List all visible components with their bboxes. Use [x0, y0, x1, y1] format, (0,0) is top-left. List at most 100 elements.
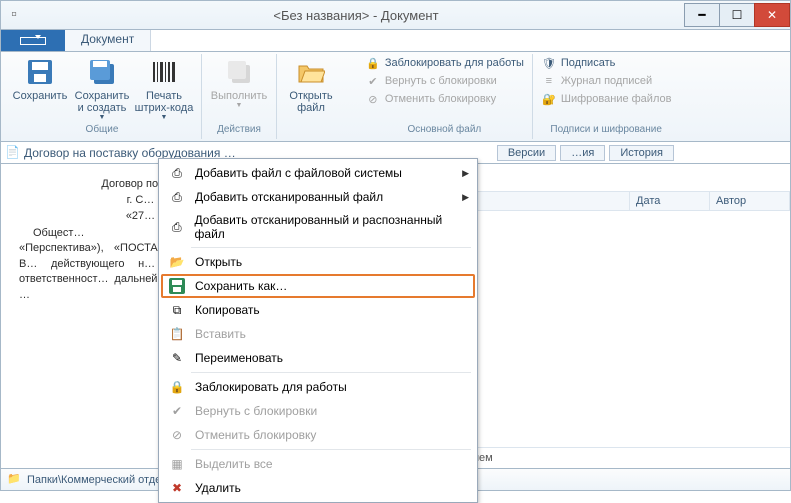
separator	[191, 247, 471, 248]
add-scan-icon: ⎙	[167, 189, 187, 205]
label: Добавить отсканированный файл	[195, 190, 383, 204]
ctx-lock[interactable]: 🔒 Заблокировать для работы	[161, 375, 475, 399]
print-barcode-button[interactable]: Печать штрих-кода ▼	[133, 54, 195, 123]
label: Удалить	[195, 481, 241, 495]
save-button[interactable]: Сохранить	[9, 54, 71, 104]
group-caption: Основной файл	[363, 124, 526, 137]
paste-icon: 📋	[167, 326, 187, 342]
chevron-down-icon: ▼	[99, 114, 106, 121]
submenu-arrow-icon: ▶	[462, 192, 469, 203]
ctx-add-scan[interactable]: ⎙ Добавить отсканированный файл ▶	[161, 185, 475, 209]
doc-icon: 📄	[5, 145, 21, 161]
save-icon	[167, 278, 187, 294]
chevron-down-icon: ▼	[161, 114, 168, 121]
label: Журнал подписей	[561, 75, 652, 87]
lock-icon: 🔒	[167, 379, 187, 395]
rename-icon: ✎	[167, 350, 187, 366]
label: Заблокировать для работы	[195, 380, 347, 394]
add-file-icon: ⎙	[167, 165, 187, 181]
submenu-arrow-icon: ▶	[462, 168, 469, 179]
label: Подписать	[561, 57, 615, 69]
group-caption: Действия	[208, 124, 270, 137]
label: Отменить блокировку	[195, 428, 316, 442]
window-title: <Без названия> - Документ	[27, 8, 685, 23]
label: Шифрование файлов	[561, 93, 672, 105]
execute-icon	[223, 56, 255, 88]
cancel-icon: ⊘	[167, 427, 187, 443]
cancel-lock-button: ⊘ Отменить блокировку	[363, 90, 526, 108]
label: Добавить отсканированный и распознанный …	[195, 213, 469, 241]
label: Вернуть с блокировки	[195, 404, 317, 418]
label: Открыть файл	[283, 90, 339, 114]
label: Печать штрих-кода	[133, 90, 195, 114]
tab-versions[interactable]: Версии	[497, 145, 556, 161]
label: Добавить файл с файловой системы	[195, 166, 402, 180]
ctx-add-ocr[interactable]: ⎙ Добавить отсканированный и распознанный…	[161, 209, 475, 245]
ctx-cancel-lock: ⊘ Отменить блокировку	[161, 423, 475, 447]
col-author: Автор	[710, 192, 790, 210]
folder-open-icon	[295, 56, 327, 88]
label: Выделить все	[195, 457, 273, 471]
label: Отменить блокировку	[385, 93, 496, 105]
save-create-icon	[86, 56, 118, 88]
save-icon	[24, 56, 56, 88]
label: Копировать	[195, 303, 260, 317]
folder-icon: 📁	[7, 472, 23, 488]
return-from-lock-button: ✔ Вернуть с блокировки	[363, 72, 526, 90]
close-button[interactable]: ✕	[754, 3, 790, 27]
cancel-icon: ⊘	[365, 91, 381, 107]
lock-icon: 🔒	[365, 55, 381, 71]
ctx-delete[interactable]: ✖ Удалить	[161, 476, 475, 500]
label: Выполнить	[211, 90, 267, 102]
maximize-button[interactable]: ☐	[719, 3, 755, 27]
label: Вернуть с блокировки	[385, 75, 497, 87]
group-caption: Общие	[9, 124, 195, 137]
titlebar: ▫ <Без названия> - Документ ━ ☐ ✕	[0, 0, 791, 30]
app-icon: ▫	[1, 6, 27, 24]
ctx-paste: 📋 Вставить	[161, 322, 475, 346]
add-ocr-icon: ⎙	[167, 219, 187, 235]
encrypt-files-button: 🔐 Шифрование файлов	[539, 90, 674, 108]
ctx-return-lock: ✔ Вернуть с блокировки	[161, 399, 475, 423]
ribbon-group-actions: Выполнить ▼ Действия	[206, 54, 277, 139]
label: Сохранить и создать	[71, 90, 133, 114]
side-tabs: Версии …ия История	[493, 145, 674, 161]
sign-journal-button: ≡ Журнал подписей	[539, 72, 674, 90]
encrypt-icon: 🔐	[541, 91, 557, 107]
check-icon: ✔	[365, 73, 381, 89]
label: Открыть	[195, 255, 242, 269]
tab-unknown[interactable]: …ия	[560, 145, 605, 161]
label: Сохранить как…	[195, 279, 287, 293]
select-all-icon: ▦	[167, 456, 187, 472]
chevron-down-icon: ▼	[236, 102, 243, 109]
ctx-add-file[interactable]: ⎙ Добавить файл с файловой системы ▶	[161, 161, 475, 185]
top-tabs: Документ	[0, 30, 791, 52]
lock-for-work-button[interactable]: 🔒 Заблокировать для работы	[363, 54, 526, 72]
ctx-rename[interactable]: ✎ Переименовать	[161, 346, 475, 370]
ribbon-group-obschie: Сохранить Сохранить и создать ▼ Печать ш…	[7, 54, 202, 139]
save-and-create-button[interactable]: Сохранить и создать ▼	[71, 54, 133, 123]
ribbon-group-sign: 🛡Подписать ≡ Журнал подписей 🔐 Шифрование …	[537, 54, 680, 139]
minimize-button[interactable]: ━	[684, 3, 720, 27]
check-icon: ✔	[167, 403, 187, 419]
journal-icon: ≡	[541, 73, 557, 89]
label: Заблокировать для работы	[385, 57, 524, 69]
ctx-open[interactable]: 📂Открыть	[161, 250, 475, 274]
ribbon: Сохранить Сохранить и создать ▼ Печать ш…	[0, 52, 791, 142]
tab-history[interactable]: История	[609, 145, 674, 161]
label: Переименовать	[195, 351, 283, 365]
ctx-save-as[interactable]: Сохранить как…	[161, 274, 475, 298]
separator	[191, 372, 471, 373]
barcode-icon	[148, 56, 180, 88]
separator	[191, 449, 471, 450]
delete-icon: ✖	[167, 480, 187, 496]
app-menu-button[interactable]	[1, 30, 65, 51]
tab-document[interactable]: Документ	[65, 30, 151, 51]
sign-button[interactable]: 🛡Подписать	[539, 54, 674, 72]
open-file-button[interactable]: Открыть файл	[283, 54, 339, 116]
label: Сохранить	[13, 90, 68, 102]
label: Вставить	[195, 327, 246, 341]
ctx-copy[interactable]: ⧉Копировать	[161, 298, 475, 322]
ctx-select-all: ▦ Выделить все	[161, 452, 475, 476]
execute-button: Выполнить ▼	[208, 54, 270, 111]
